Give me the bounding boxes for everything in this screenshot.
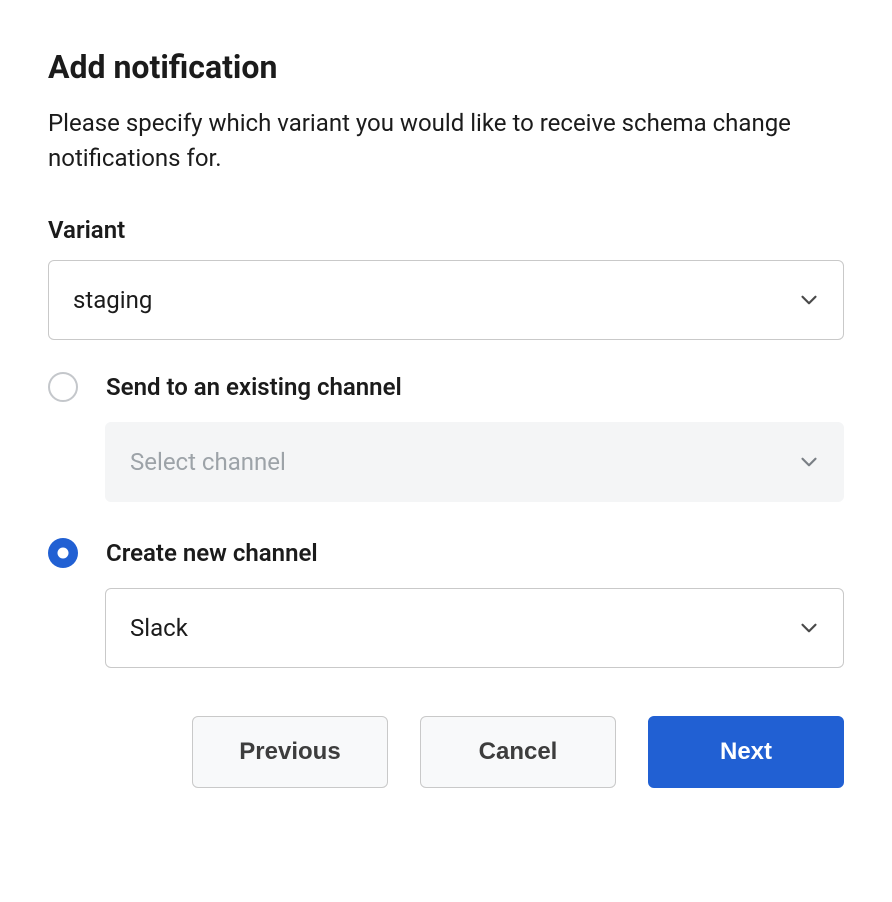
cancel-button[interactable]: Cancel bbox=[420, 716, 616, 788]
new-channel-select-wrapper: Slack bbox=[105, 588, 844, 668]
radio-existing-label: Send to an existing channel bbox=[106, 373, 402, 401]
channel-radio-group: Send to an existing channel Select chann… bbox=[48, 372, 844, 668]
variant-label: Variant bbox=[48, 216, 844, 244]
new-channel-content: Slack bbox=[105, 588, 844, 668]
radio-new-label: Create new channel bbox=[106, 539, 318, 567]
existing-channel-select: Select channel bbox=[105, 422, 844, 502]
radio-row-new: Create new channel bbox=[48, 538, 844, 568]
variant-select-wrapper: staging bbox=[48, 260, 844, 340]
variant-select[interactable]: staging bbox=[48, 260, 844, 340]
existing-channel-placeholder: Select channel bbox=[130, 448, 286, 476]
radio-existing-channel[interactable] bbox=[48, 372, 78, 402]
new-channel-select[interactable]: Slack bbox=[105, 588, 844, 668]
new-channel-value: Slack bbox=[130, 614, 188, 642]
previous-button[interactable]: Previous bbox=[192, 716, 388, 788]
existing-channel-content: Select channel bbox=[105, 422, 844, 502]
page-description: Please specify which variant you would l… bbox=[48, 106, 844, 176]
page-title: Add notification bbox=[48, 48, 844, 86]
radio-row-existing: Send to an existing channel bbox=[48, 372, 844, 402]
next-button[interactable]: Next bbox=[648, 716, 844, 788]
radio-new-channel[interactable] bbox=[48, 538, 78, 568]
existing-channel-select-wrapper: Select channel bbox=[105, 422, 844, 502]
button-row: Previous Cancel Next bbox=[48, 716, 844, 788]
variant-select-value: staging bbox=[73, 286, 152, 314]
